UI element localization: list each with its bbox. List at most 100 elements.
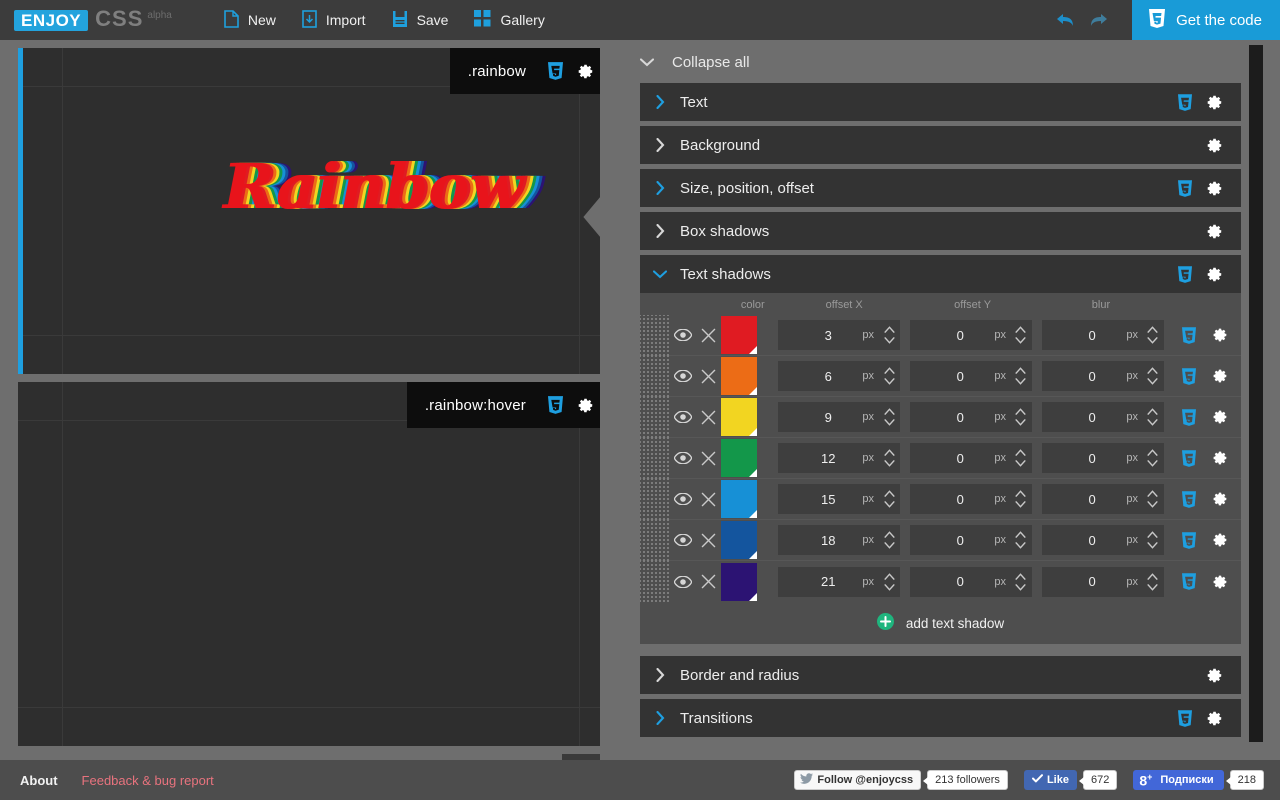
offset-y-input-stepper[interactable] [1010,525,1032,555]
blur-input-stepper[interactable] [1142,320,1164,350]
gear-icon[interactable] [570,48,600,94]
row-drag-handle[interactable] [640,519,670,561]
delete-shadow-icon[interactable] [695,533,721,548]
chevron-down-icon[interactable] [1015,501,1027,508]
row-drag-handle[interactable] [640,314,670,356]
offset-x-input[interactable]: 6 px [778,361,901,391]
offset-y-input-stepper[interactable] [1010,361,1032,391]
get-the-code-button[interactable]: Get the code [1132,0,1280,40]
preview-block-rainbow-hover[interactable]: Rainbow .rainbow:hover [18,382,600,746]
row-drag-handle[interactable] [640,561,670,602]
section-header-text-shadows[interactable]: Text shadows [640,255,1241,293]
offset-y-input[interactable]: 0 px [910,443,1032,473]
chevron-up-icon[interactable] [883,572,895,580]
offset-x-input-stepper[interactable] [878,484,900,514]
chevron-down-icon[interactable] [1147,460,1159,467]
chevron-down-icon[interactable] [1015,378,1027,385]
chevron-down-icon[interactable] [883,460,895,467]
color-swatch[interactable] [721,521,758,559]
chevron-down-icon[interactable] [883,542,895,549]
color-swatch[interactable] [721,480,758,518]
feedback-link[interactable]: Feedback & bug report [82,773,214,788]
color-swatch[interactable] [721,562,758,601]
offset-y-input-stepper[interactable] [1010,443,1032,473]
chevron-down-icon[interactable] [883,583,895,591]
chevron-up-icon[interactable] [883,408,895,415]
chevron-up-icon[interactable] [1015,408,1027,415]
blur-input-stepper[interactable] [1142,443,1164,473]
blur-input-stepper[interactable] [1142,567,1164,597]
chevron-up-icon[interactable] [883,531,895,538]
offset-y-input[interactable]: 0 px [910,484,1032,514]
gear-icon[interactable] [570,382,600,428]
offset-x-input[interactable]: 18 px [778,525,901,555]
css3-icon[interactable] [1181,367,1196,385]
twitter-follow-button[interactable]: Follow @enjoycss [794,770,922,790]
chevron-up-icon[interactable] [1147,326,1159,333]
chevron-up-icon[interactable] [1015,572,1027,580]
gear-icon[interactable] [1206,94,1223,111]
css3-icon[interactable] [1181,490,1196,508]
toggle-visibility-icon[interactable] [670,534,696,546]
delete-shadow-icon[interactable] [695,410,721,425]
chevron-down-icon[interactable] [883,419,895,426]
chevron-up-icon[interactable] [1015,531,1027,538]
chevron-up-icon[interactable] [883,449,895,456]
offset-y-input[interactable]: 0 px [910,320,1032,350]
chevron-up-icon[interactable] [1147,367,1159,374]
css3-icon[interactable] [540,48,570,94]
offset-x-input[interactable]: 21 px [778,566,901,597]
chevron-down-icon[interactable] [1015,337,1027,344]
chevron-up-icon[interactable] [1015,449,1027,456]
color-swatch[interactable] [721,357,758,395]
gear-icon[interactable] [1206,667,1223,684]
chevron-down-icon[interactable] [883,501,895,508]
row-drag-handle[interactable] [640,437,670,479]
blur-input-stepper[interactable] [1142,402,1164,432]
panel-scrollbar-track[interactable] [1249,45,1263,742]
offset-x-input-stepper[interactable] [878,567,900,597]
chevron-up-icon[interactable] [1147,572,1159,580]
toggle-visibility-icon[interactable] [670,575,696,588]
gear-icon[interactable] [1212,450,1228,466]
toggle-visibility-icon[interactable] [670,329,696,341]
chevron-up-icon[interactable] [1147,408,1159,415]
gear-icon[interactable] [1206,223,1223,240]
offset-x-input-stepper[interactable] [878,320,900,350]
gear-icon[interactable] [1206,137,1223,154]
blur-input-stepper[interactable] [1142,484,1164,514]
section-header-text[interactable]: Text [640,83,1241,121]
delete-shadow-icon[interactable] [695,492,721,507]
offset-x-input-stepper[interactable] [878,361,900,391]
offset-x-input-stepper[interactable] [878,525,900,555]
facebook-like-button[interactable]: Like [1023,770,1077,790]
chevron-down-icon[interactable] [1015,542,1027,549]
blur-input[interactable]: 0 px [1041,361,1164,391]
chevron-down-icon[interactable] [883,378,895,385]
chevron-down-icon[interactable] [1147,542,1159,549]
gear-icon[interactable] [1206,180,1223,197]
delete-shadow-icon[interactable] [695,451,721,466]
offset-y-input-stepper[interactable] [1010,320,1032,350]
color-swatch[interactable] [721,439,758,477]
nav-import[interactable]: Import [302,9,366,31]
gear-icon[interactable] [1212,327,1228,343]
delete-shadow-icon[interactable] [695,369,721,384]
chevron-up-icon[interactable] [1015,326,1027,333]
color-swatch[interactable] [721,398,758,436]
css3-icon[interactable] [1181,573,1196,590]
color-swatch[interactable] [721,316,758,354]
offset-y-input-stepper[interactable] [1010,567,1032,597]
css3-icon[interactable] [1181,531,1196,549]
offset-x-input-stepper[interactable] [878,402,900,432]
delete-shadow-icon[interactable] [695,328,721,343]
offset-y-input[interactable]: 0 px [910,361,1032,391]
blur-input[interactable]: 0 px [1041,484,1164,514]
row-drag-handle[interactable] [640,355,670,397]
twitter-followers-count[interactable]: 213 followers [923,770,1008,790]
offset-y-input[interactable]: 0 px [910,525,1032,555]
add-text-shadow-button[interactable]: add text shadow [640,602,1241,644]
chevron-down-icon[interactable] [1147,378,1159,385]
section-header-background[interactable]: Background [640,126,1241,164]
undo-button[interactable] [1048,0,1082,40]
